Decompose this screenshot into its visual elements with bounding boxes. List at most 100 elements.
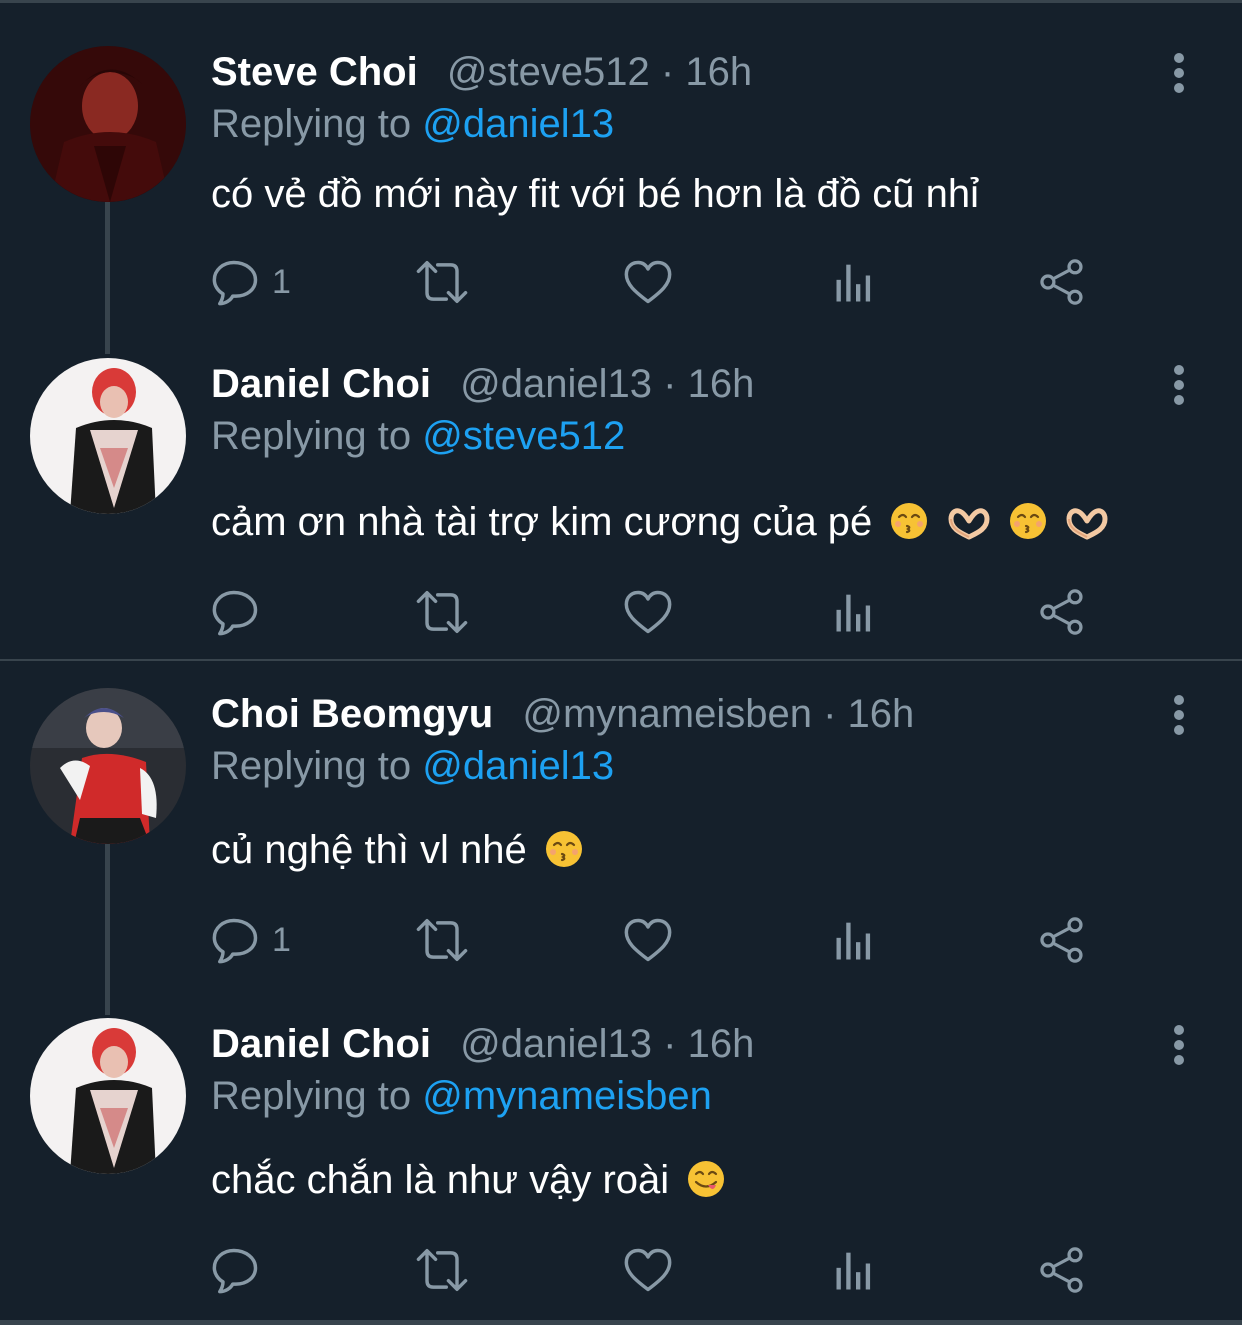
username[interactable]: @mynameisben — [522, 692, 812, 736]
reply-button[interactable]: 1 — [210, 252, 291, 312]
tweet[interactable]: Choi Beomgyu @mynameisben · 16h Replying… — [0, 642, 1242, 972]
replying-to: Replying to @daniel13 — [211, 100, 614, 148]
tweet-header: Choi Beomgyu @mynameisben · 16h — [211, 690, 914, 738]
replying-prefix: Replying to — [211, 414, 423, 458]
avatar-beomgyu — [30, 688, 186, 844]
tweet-actions: 1 — [210, 910, 1110, 970]
analytics-icon — [830, 256, 882, 308]
tweet-actions — [210, 1240, 1110, 1300]
reply-icon — [210, 914, 262, 966]
like-icon — [622, 1244, 674, 1296]
tweet-header: Daniel Choi @daniel13 · 16h — [211, 360, 754, 408]
like-button[interactable] — [622, 1240, 674, 1300]
retweet-button[interactable] — [412, 910, 472, 970]
mention-link[interactable]: @daniel13 — [422, 102, 614, 146]
more-icon[interactable] — [1166, 1024, 1192, 1066]
avatar[interactable] — [30, 358, 186, 514]
kissing-face-emoji — [889, 501, 929, 541]
like-button[interactable] — [622, 910, 674, 970]
retweet-icon — [412, 1244, 472, 1296]
replying-to: Replying to @daniel13 — [211, 742, 614, 790]
timestamp[interactable]: 16h — [688, 1022, 755, 1066]
like-button[interactable] — [622, 582, 674, 642]
timestamp[interactable]: 16h — [848, 692, 915, 736]
tweet-text-content: củ nghệ thì vl nhé — [211, 828, 527, 872]
tweet-text-content: chắc chắn là như vậy roài — [211, 1158, 670, 1202]
separator: · — [823, 692, 848, 736]
retweet-button[interactable] — [412, 1240, 472, 1300]
share-button[interactable] — [1036, 1240, 1088, 1300]
separator: · — [663, 1022, 688, 1066]
mention-link[interactable]: @mynameisben — [422, 1074, 712, 1118]
like-button[interactable] — [622, 252, 674, 312]
analytics-button[interactable] — [830, 910, 882, 970]
tweet-header: Steve Choi @steve512 · 16h — [211, 48, 752, 96]
reply-button[interactable]: 1 — [210, 910, 291, 970]
kissing-face-emoji — [544, 829, 584, 869]
analytics-button[interactable] — [830, 582, 882, 642]
like-icon — [622, 586, 674, 638]
share-icon — [1036, 256, 1088, 308]
display-name[interactable]: Steve Choi — [211, 50, 418, 94]
reply-icon — [210, 1244, 262, 1296]
replying-to: Replying to @steve512 — [211, 412, 625, 460]
replying-prefix: Replying to — [211, 102, 423, 146]
separator: · — [660, 50, 686, 94]
tweet-text: cảm ơn nhà tài trợ kim cương của pé — [211, 498, 1109, 546]
tweet[interactable]: Daniel Choi @daniel13 · 16h Replying to … — [0, 312, 1242, 642]
display-name[interactable]: Daniel Choi — [211, 362, 431, 406]
reply-button[interactable] — [210, 582, 272, 642]
reply-count: 1 — [272, 920, 291, 959]
analytics-icon — [830, 1244, 882, 1296]
tweet-text-content: cảm ơn nhà tài trợ kim cương của pé — [211, 500, 873, 544]
heart-hands-emoji — [1065, 507, 1109, 541]
more-icon[interactable] — [1166, 694, 1192, 736]
retweet-button[interactable] — [412, 582, 472, 642]
tweet-actions — [210, 582, 1110, 642]
face-savoring-food-emoji — [686, 1159, 726, 1199]
analytics-button[interactable] — [830, 252, 882, 312]
share-button[interactable] — [1036, 910, 1088, 970]
avatar-daniel — [30, 358, 186, 514]
avatar-daniel — [30, 1018, 186, 1174]
replies-timeline: Steve Choi @steve512 · 16h Replying to @… — [0, 0, 1242, 1325]
tweet-text: có vẻ đồ mới này fit với bé hơn là đồ cũ… — [211, 170, 979, 218]
reply-count: 1 — [272, 262, 291, 301]
timestamp[interactable]: 16h — [688, 362, 755, 406]
share-button[interactable] — [1036, 582, 1088, 642]
username[interactable]: @steve512 — [447, 50, 650, 94]
tweet-header: Daniel Choi @daniel13 · 16h — [211, 1020, 754, 1068]
reply-icon — [210, 256, 262, 308]
avatar[interactable] — [30, 688, 186, 844]
share-icon — [1036, 586, 1088, 638]
share-button[interactable] — [1036, 252, 1088, 312]
username[interactable]: @daniel13 — [460, 1022, 652, 1066]
avatar[interactable] — [30, 46, 186, 202]
retweet-icon — [412, 586, 472, 638]
like-icon — [622, 256, 674, 308]
tweet-text: củ nghệ thì vl nhé — [211, 826, 584, 874]
avatar[interactable] — [30, 1018, 186, 1174]
analytics-icon — [830, 586, 882, 638]
username[interactable]: @daniel13 — [460, 362, 652, 406]
retweet-button[interactable] — [412, 252, 472, 312]
timestamp[interactable]: 16h — [685, 50, 752, 94]
separator: · — [663, 362, 688, 406]
display-name[interactable]: Choi Beomgyu — [211, 692, 493, 736]
tweet[interactable]: Steve Choi @steve512 · 16h Replying to @… — [0, 0, 1242, 330]
tweet-text-content: có vẻ đồ mới này fit với bé hơn là đồ cũ… — [211, 172, 979, 216]
more-icon[interactable] — [1166, 364, 1192, 406]
bottom-divider — [0, 1320, 1242, 1325]
reply-button[interactable] — [210, 1240, 272, 1300]
retweet-icon — [412, 256, 472, 308]
analytics-button[interactable] — [830, 1240, 882, 1300]
display-name[interactable]: Daniel Choi — [211, 1022, 431, 1066]
tweet-actions: 1 — [210, 252, 1110, 312]
mention-link[interactable]: @steve512 — [422, 414, 625, 458]
more-icon[interactable] — [1166, 52, 1192, 94]
mention-link[interactable]: @daniel13 — [422, 744, 614, 788]
tweet[interactable]: Daniel Choi @daniel13 · 16h Replying to … — [0, 972, 1242, 1302]
tweet-text: chắc chắn là như vậy roài — [211, 1156, 726, 1204]
analytics-icon — [830, 914, 882, 966]
kissing-face-emoji — [1008, 501, 1048, 541]
